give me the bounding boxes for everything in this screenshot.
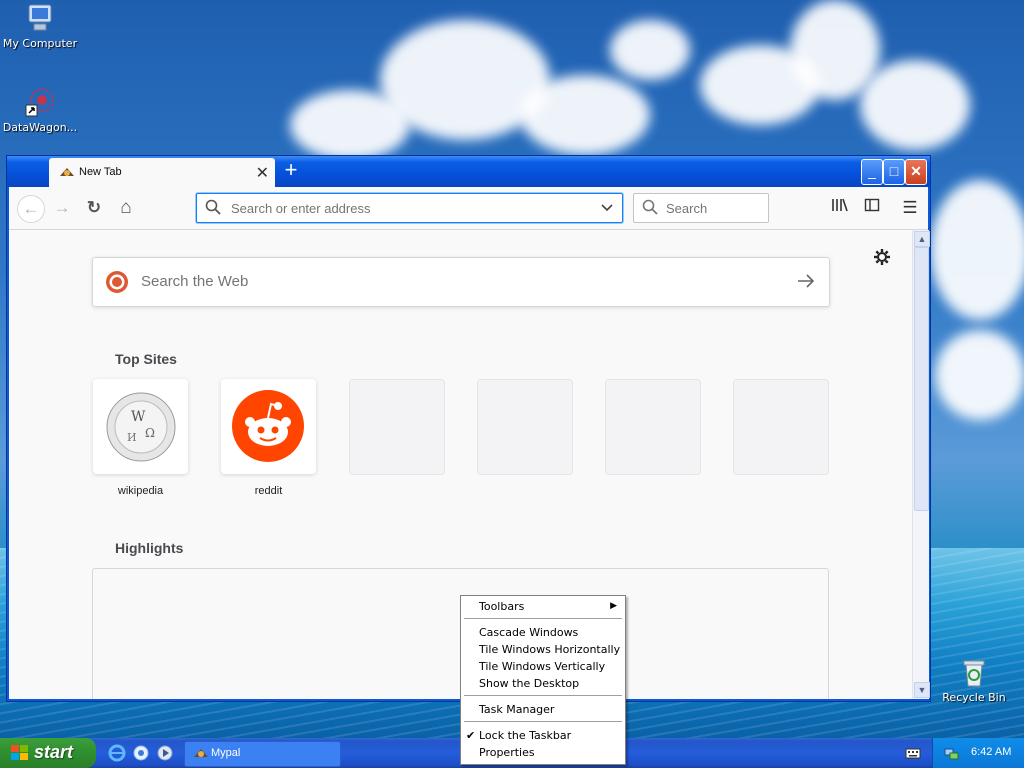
datawagon-icon (24, 86, 56, 118)
svg-text:W: W (131, 409, 146, 425)
top-site-label: wikipedia (117, 485, 164, 497)
taskbar-context-menu: Toolbars ▶ Cascade Windows Tile Windows … (460, 595, 626, 765)
mypal-favicon-icon (193, 747, 209, 763)
top-site-empty[interactable] (349, 379, 445, 475)
duckduckgo-icon (105, 270, 129, 299)
menu-item-label: Cascade Windows (479, 626, 579, 639)
url-bar[interactable] (196, 193, 623, 223)
menu-item-label: Tile Windows Vertically (479, 660, 606, 673)
maximize-button[interactable]: □ (883, 159, 905, 185)
highlights-heading: Highlights (115, 540, 184, 556)
minimize-icon: _ (868, 163, 876, 179)
top-site-empty[interactable] (733, 379, 829, 475)
reddit-logo-icon (232, 390, 304, 467)
url-input[interactable] (229, 200, 593, 217)
top-sites-heading: Top Sites (115, 351, 177, 367)
menu-item-task-manager[interactable]: Task Manager (463, 701, 623, 718)
start-label: start (34, 742, 74, 762)
home-button[interactable]: ⌂ (115, 197, 137, 219)
close-window-button[interactable]: ✕ (905, 159, 927, 185)
submenu-arrow-icon: ▶ (610, 601, 617, 611)
arrow-right-icon[interactable] (797, 273, 815, 294)
close-icon: ✕ (910, 163, 922, 179)
scrollbar-thumb[interactable] (914, 247, 929, 511)
menu-item-cascade-windows[interactable]: Cascade Windows (463, 624, 623, 641)
my-computer-icon (24, 2, 56, 34)
quicklaunch-app-icon[interactable] (132, 744, 150, 767)
tab-new-tab[interactable]: New Tab ✕ (49, 158, 275, 187)
clock[interactable]: 6:42 AM (971, 746, 1011, 758)
mypal-favicon-icon (59, 166, 75, 179)
menu-separator (464, 721, 622, 722)
web-search-input[interactable] (139, 272, 743, 291)
recycle-bin-icon (958, 656, 990, 688)
svg-text:Ω: Ω (145, 426, 155, 440)
top-site-empty[interactable] (477, 379, 573, 475)
checkmark-icon: ✔ (466, 729, 476, 742)
tab-title: New Tab (79, 166, 122, 178)
search-input[interactable] (664, 200, 764, 217)
minimize-button[interactable]: _ (861, 159, 883, 185)
top-site-reddit[interactable] (221, 379, 316, 474)
search-bar[interactable] (633, 193, 769, 223)
menu-item-properties[interactable]: Properties (463, 744, 623, 761)
desktop-icon-datawagon[interactable]: DataWagon... (0, 86, 80, 134)
top-site-empty[interactable] (605, 379, 701, 475)
internet-explorer-icon[interactable] (108, 744, 126, 767)
title-bar[interactable]: New Tab ✕ + _ □ ✕ (7, 156, 930, 187)
scroll-down-icon[interactable]: ▼ (914, 682, 930, 698)
top-site-wikipedia[interactable]: WΩИ (93, 379, 188, 474)
tab-close-icon[interactable]: ✕ (256, 163, 269, 183)
menu-separator (464, 695, 622, 696)
menu-item-tile-horizontally[interactable]: Tile Windows Horizontally (463, 641, 623, 658)
wikipedia-logo-icon: WΩИ (105, 391, 177, 468)
menu-item-tile-vertically[interactable]: Tile Windows Vertically (463, 658, 623, 675)
menu-item-label: Tile Windows Horizontally (479, 643, 621, 656)
reload-button[interactable]: ↻ (83, 197, 105, 219)
start-button[interactable]: start (0, 738, 96, 768)
back-button[interactable]: ← (17, 195, 45, 223)
library-button[interactable] (829, 197, 851, 219)
desktop-icon-label: Recycle Bin (942, 691, 1006, 704)
scroll-up-icon[interactable]: ▲ (914, 231, 930, 247)
search-icon (642, 199, 658, 220)
system-tray: 6:42 AM (932, 738, 1024, 768)
menu-item-label: Task Manager (479, 703, 555, 716)
search-icon (205, 199, 221, 220)
menu-item-label: Properties (479, 746, 535, 759)
navigation-toolbar: ← → ↻ ⌂ Search or enter address Search ☰ (9, 187, 928, 230)
menu-item-label: Lock the Taskbar (479, 729, 572, 742)
keyboard-icon[interactable] (905, 746, 921, 765)
new-tab-button[interactable]: + (279, 159, 303, 183)
taskbar-item-label: Mypal (211, 747, 241, 759)
menu-item-label: Toolbars (479, 600, 525, 613)
menu-separator (464, 618, 622, 619)
library-icon (831, 198, 849, 217)
back-arrow-icon: ← (22, 199, 40, 218)
chevron-down-icon[interactable] (600, 200, 614, 219)
menu-item-lock-taskbar[interactable]: ✔ Lock the Taskbar (463, 727, 623, 744)
menu-item-show-desktop[interactable]: Show the Desktop (463, 675, 623, 692)
windows-logo-icon (11, 745, 29, 766)
sidebar-button[interactable] (861, 197, 883, 219)
taskbar-item-mypal[interactable]: Mypal (184, 741, 341, 767)
network-icon[interactable] (943, 745, 959, 764)
desktop-icon-label: My Computer (2, 37, 78, 50)
sidebar-icon (864, 198, 880, 217)
media-player-icon[interactable] (156, 744, 174, 767)
top-site-label: reddit (254, 485, 283, 497)
gear-icon[interactable] (873, 248, 891, 271)
vertical-scrollbar[interactable]: ▲ ▼ (912, 230, 930, 699)
desktop-icon-my-computer[interactable]: My Computer (0, 2, 80, 50)
web-search-box[interactable] (92, 257, 830, 307)
forward-button[interactable]: → (51, 197, 73, 219)
menu-item-label: Show the Desktop (479, 677, 580, 690)
desktop-icon-recycle-bin[interactable]: Recycle Bin (934, 656, 1014, 704)
desktop-icon-label: DataWagon... (2, 121, 78, 134)
menu-item-toolbars[interactable]: Toolbars ▶ (463, 598, 623, 615)
maximize-icon: □ (889, 163, 899, 179)
svg-text:И: И (127, 431, 137, 444)
menu-button[interactable]: ☰ (899, 197, 921, 219)
